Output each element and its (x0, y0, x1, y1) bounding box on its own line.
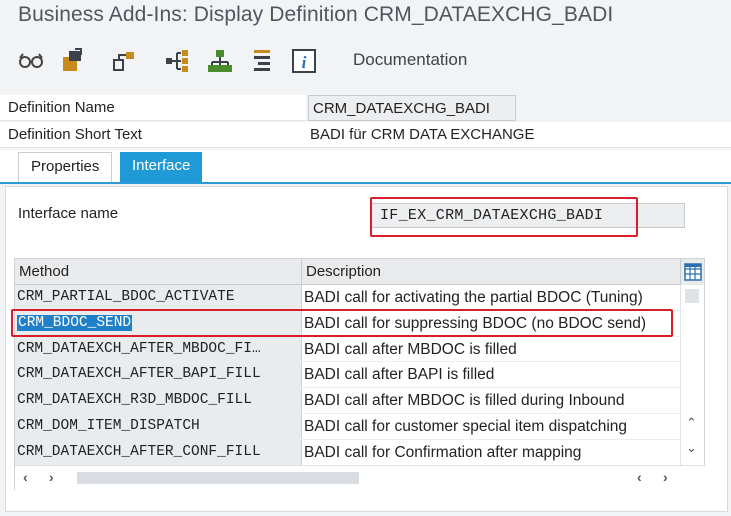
horizontal-scroll-thumb[interactable] (77, 472, 359, 484)
grid-settings-icon (684, 263, 702, 281)
method-cell[interactable]: CRM_DOM_ITEM_DISPATCH (15, 413, 302, 439)
scroll-up-icon[interactable]: ⌃ (686, 415, 697, 431)
definition-name-field[interactable]: CRM_DATAEXCHG_BADI (308, 95, 516, 121)
info-icon[interactable]: i (291, 48, 317, 74)
interface-nav-icon[interactable] (164, 48, 190, 74)
tab-interface[interactable]: Interface (120, 152, 203, 182)
column-header-method[interactable]: Method (15, 259, 302, 285)
application-toolbar: i Documentation (0, 40, 731, 82)
selected-row-highlight (11, 309, 673, 337)
vertical-scroll-thumb[interactable] (685, 289, 699, 303)
table-row[interactable]: CRM_DOM_ITEM_DISPATCH BADI call for cust… (15, 413, 682, 440)
scroll-down-icon[interactable]: ⌄ (686, 440, 697, 456)
description-cell: BADI call for customer special item disp… (304, 417, 628, 435)
column-header-description[interactable]: Description (302, 259, 682, 285)
method-cell[interactable]: CRM_DATAEXCH_R3D_MBDOC_FILL (15, 388, 302, 413)
scroll-right-icon[interactable]: › (49, 469, 54, 485)
vertical-scrollbar[interactable]: ⌃ ⌄ (680, 285, 704, 465)
tab-strip: Properties Interface (0, 150, 731, 184)
scroll-left-end-icon[interactable]: ‹ (637, 469, 642, 485)
description-cell: BADI call for activating the partial BDO… (304, 289, 643, 306)
table-row[interactable]: CRM_PARTIAL_BDOC_ACTIVATE BADI call for … (15, 285, 682, 311)
table-header: Method Description (15, 259, 682, 285)
hierarchy-icon[interactable] (111, 48, 137, 74)
table-row[interactable]: CRM_DATAEXCH_AFTER_CONF_FILL BADI call f… (15, 439, 682, 466)
method-cell[interactable]: CRM_DATAEXCH_AFTER_MBDOC_FI… (15, 336, 302, 362)
description-cell: BADI call after MBDOC is filled (304, 340, 517, 358)
definition-short-text-label: Definition Short Text (0, 122, 306, 148)
methods-table: Method Description CRM_PARTIAL_BDOC_ACTI… (14, 258, 706, 490)
tab-properties[interactable]: Properties (18, 152, 113, 182)
table-row[interactable]: CRM_DATAEXCH_AFTER_MBDOC_FI… BADI call a… (15, 336, 682, 363)
definition-name-row: Definition Name CRM_DATAEXCHG_BADI (0, 95, 731, 121)
svg-text:i: i (302, 53, 307, 72)
horizontal-scrollbar[interactable]: ‹ › ‹ › (15, 465, 706, 490)
definition-short-text-row: Definition Short Text BADI für CRM DATA … (0, 122, 731, 148)
description-cell: BADI call for Confirmation after mapping (304, 443, 582, 461)
tree-structure-icon[interactable] (207, 48, 233, 74)
table-row[interactable]: CRM_DATAEXCH_R3D_MBDOC_FILL BADI call af… (15, 388, 682, 414)
interface-name-label: Interface name (18, 205, 119, 222)
method-cell[interactable]: CRM_PARTIAL_BDOC_ACTIVATE (15, 285, 302, 310)
list-icon[interactable] (249, 48, 275, 74)
method-cell[interactable]: CRM_DATAEXCH_AFTER_CONF_FILL (15, 439, 302, 465)
table-row[interactable]: CRM_DATAEXCH_AFTER_BAPI_FILL BADI call a… (15, 362, 682, 389)
scroll-right-end-icon[interactable]: › (663, 469, 668, 485)
definition-name-label: Definition Name (0, 95, 306, 121)
description-cell: BADI call after BAPI is filled (304, 366, 495, 384)
definition-short-text-field[interactable]: BADI für CRM DATA EXCHANGE (306, 122, 731, 148)
description-cell: BADI call after MBDOC is filled during I… (304, 392, 625, 410)
glasses-icon[interactable] (18, 48, 44, 74)
window-title: Business Add-Ins: Display Definition CRM… (18, 3, 614, 26)
interface-name-highlight (370, 197, 638, 237)
object-transport-icon[interactable] (60, 48, 86, 74)
method-cell[interactable]: CRM_DATAEXCH_AFTER_BAPI_FILL (15, 362, 302, 388)
scroll-left-icon[interactable]: ‹ (23, 469, 28, 485)
table-settings-button[interactable] (680, 259, 704, 285)
documentation-button[interactable]: Documentation (353, 50, 467, 70)
